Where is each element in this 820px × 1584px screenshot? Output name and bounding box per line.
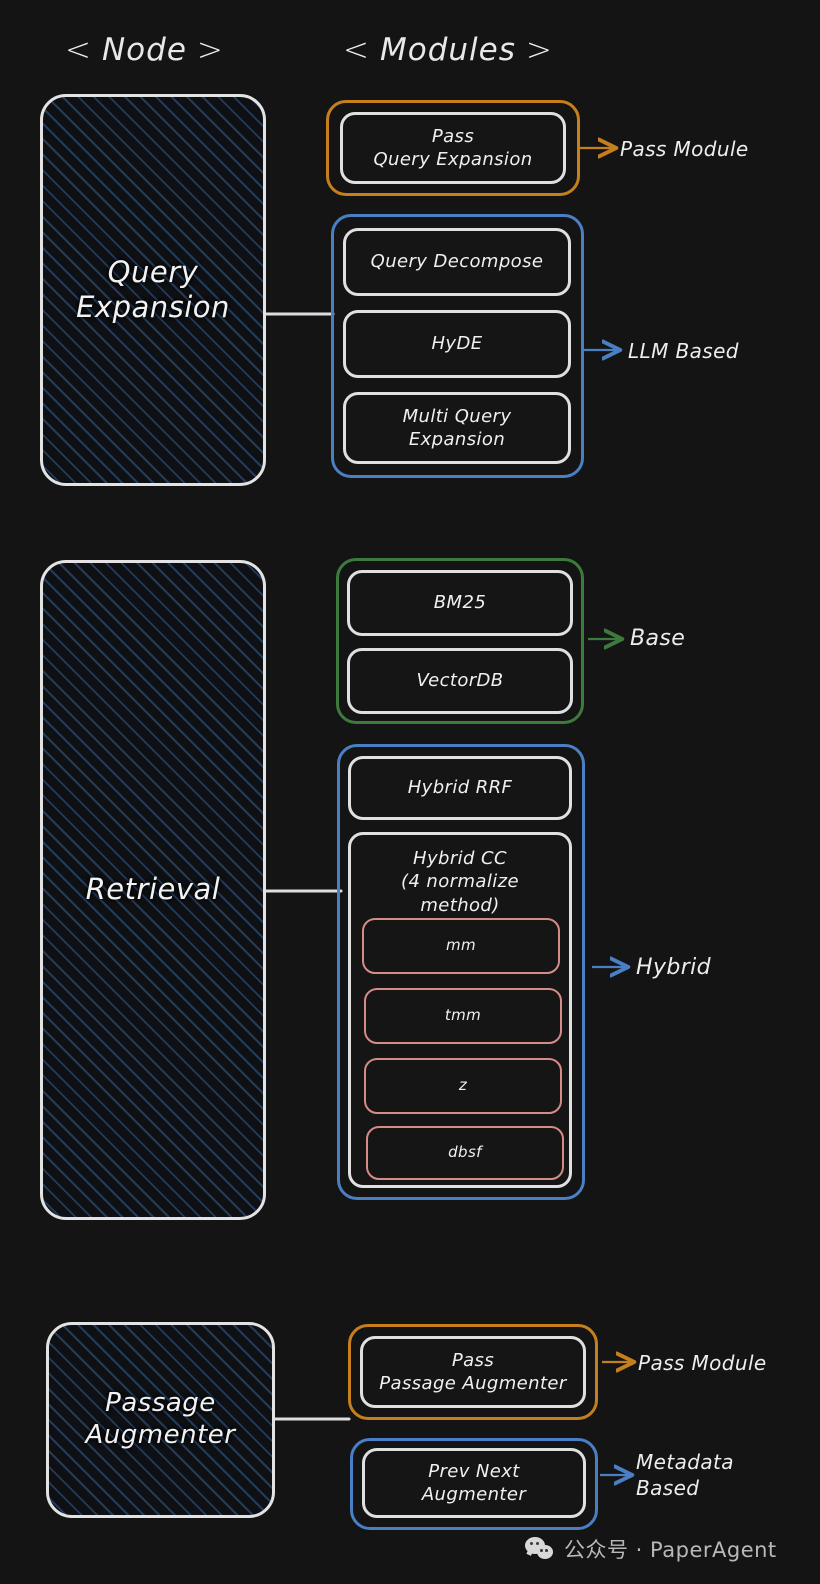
module-label: BM25 [433,592,487,614]
angle-close-icon: > [525,32,553,68]
label-hybrid: Hybrid [636,955,712,980]
module-label: Pass Query Expansion [373,125,533,170]
module-label: Multi Query Expansion [402,405,512,450]
module-label: Pass Passage Augmenter [379,1349,567,1394]
module-label: Prev Next Augmenter [421,1460,527,1505]
angle-close-icon: > [196,32,224,68]
module-label: HyDE [431,333,483,355]
column-header-node: < Node > [55,32,234,68]
column-header-node-label: Node [101,32,187,68]
node-retrieval[interactable]: Retrieval [40,560,266,1220]
module-label: Query Decompose [370,251,544,273]
module-label: Hybrid CC (4 normalize method) [401,848,519,916]
angle-open-icon: < [65,32,92,68]
module-label: dbsf [448,1143,482,1162]
module-multi-query-expansion[interactable]: Multi Query Expansion [343,392,571,464]
module-normalize-tmm[interactable]: tmm [364,988,562,1044]
column-header-modules-label: Modules [379,32,516,68]
module-pass-passage-augmenter[interactable]: Pass Passage Augmenter [360,1336,586,1408]
column-header-modules: < Modules > [333,32,563,68]
node-passage-augmenter[interactable]: Passage Augmenter [46,1322,275,1518]
node-query-expansion[interactable]: Query Expansion [40,94,266,486]
node-query-expansion-label: Query Expansion [76,254,230,324]
module-pass-query-expansion[interactable]: Pass Query Expansion [340,112,566,184]
module-label: mm [445,936,477,955]
node-retrieval-label: Retrieval [85,872,221,907]
label-base: Base [630,626,686,651]
module-label: Hybrid RRF [407,777,513,799]
module-vectordb[interactable]: VectorDB [347,648,573,714]
label-metadata-based: Metadata Based [636,1450,734,1500]
module-label: z [458,1076,468,1095]
angle-open-icon: < [343,32,370,68]
watermark-text: 公众号 · PaperAgent [564,1538,777,1562]
label-pass-module-1: Pass Module [620,137,749,161]
module-label: tmm [444,1006,482,1025]
module-label: VectorDB [416,670,504,692]
module-normalize-z[interactable]: z [364,1058,562,1114]
module-bm25[interactable]: BM25 [347,570,573,636]
wechat-icon [525,1537,555,1561]
label-llm-based: LLM Based [628,339,739,363]
module-normalize-dbsf[interactable]: dbsf [366,1126,564,1180]
module-hyde[interactable]: HyDE [343,310,571,378]
module-normalize-mm[interactable]: mm [362,918,560,974]
watermark: 公众号 · PaperAgent [525,1534,777,1564]
node-passage-augmenter-label: Passage Augmenter [85,1388,236,1450]
label-pass-module-3: Pass Module [638,1351,767,1375]
module-query-decompose[interactable]: Query Decompose [343,228,571,296]
diagram-canvas: < Node > < Modules > Query Expansion Pass Qu… [0,0,820,1584]
module-prev-next-augmenter[interactable]: Prev Next Augmenter [362,1448,586,1518]
module-hybrid-rrf[interactable]: Hybrid RRF [348,756,572,820]
